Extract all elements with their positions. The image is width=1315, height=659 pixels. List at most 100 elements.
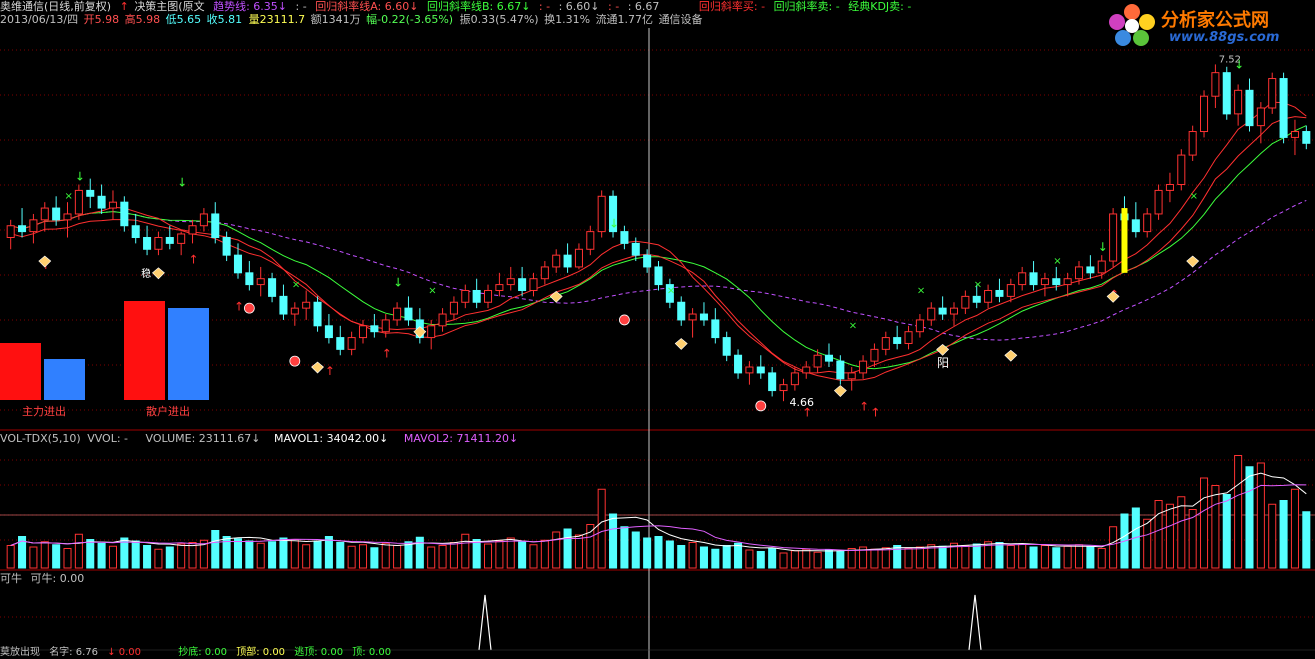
volume-bar bbox=[165, 546, 174, 569]
candle-body bbox=[631, 242, 640, 256]
volume-bar bbox=[779, 552, 788, 569]
cross-signal-icon: × bbox=[917, 285, 925, 296]
volume-bar bbox=[52, 544, 61, 569]
formula-name[interactable]: 决策主图(原文 bbox=[134, 0, 204, 13]
volume-bar bbox=[188, 542, 197, 569]
red-dot-marker-icon bbox=[619, 314, 630, 326]
volume-bar bbox=[574, 534, 583, 569]
candle-body bbox=[370, 325, 379, 333]
candle-body bbox=[768, 372, 777, 392]
candle-body bbox=[336, 337, 345, 350]
volume-bar bbox=[211, 530, 220, 569]
low-price-label: 4.66 bbox=[790, 396, 815, 409]
volume-bar bbox=[1268, 503, 1277, 569]
mavol2-value: MAVOL2: 71411.20↓ bbox=[403, 432, 519, 445]
volume-bar bbox=[1029, 546, 1038, 569]
volume-bar bbox=[86, 539, 95, 569]
regression-b-value: 回归斜率线B: 6.67↓ bbox=[426, 0, 531, 13]
main-force-label: 主力进出 bbox=[22, 404, 66, 418]
candle-body bbox=[404, 307, 413, 321]
indicator-title[interactable]: 可牛 bbox=[0, 572, 22, 585]
candle-body bbox=[552, 254, 561, 268]
candle-body bbox=[29, 219, 38, 233]
candle-body bbox=[347, 337, 356, 350]
vol-indicator-title[interactable]: VOL-TDX(5,10) bbox=[0, 432, 81, 445]
candle-body bbox=[302, 301, 311, 309]
blank-value: : - bbox=[295, 0, 307, 13]
diamond-marker-icon bbox=[1004, 349, 1018, 362]
candle-body bbox=[188, 225, 197, 235]
volume-bar bbox=[483, 543, 493, 569]
cross-signal-icon: × bbox=[974, 279, 982, 290]
candle-body bbox=[461, 289, 470, 303]
candle-body bbox=[1256, 107, 1265, 127]
volume-bar bbox=[393, 545, 402, 569]
candle-body bbox=[427, 325, 436, 339]
candle-body bbox=[574, 248, 583, 268]
candle-body bbox=[745, 366, 754, 374]
candle-body bbox=[222, 237, 231, 256]
candle-body bbox=[1177, 154, 1186, 186]
volume-bar bbox=[734, 542, 743, 569]
yang-label: 阳 bbox=[937, 356, 949, 370]
candle-body bbox=[1074, 266, 1084, 280]
volume-bar bbox=[1097, 548, 1106, 569]
candle-body bbox=[472, 289, 481, 303]
volume-bar bbox=[870, 548, 879, 569]
candle-body bbox=[824, 354, 834, 362]
candle-body bbox=[677, 301, 686, 321]
volume-bar bbox=[597, 488, 606, 569]
bottom-item-e: 顶部: 0.00 bbox=[236, 647, 286, 658]
high-price-label: 7.52 bbox=[1219, 54, 1241, 65]
cross-signal-icon: × bbox=[1053, 256, 1061, 267]
bottom-indicator-line: 莫放出现 名字: 6.76 ↓ 0.00 抄底: 0.00 顶部: 0.00 逃… bbox=[0, 647, 397, 659]
volume-bar bbox=[847, 548, 856, 569]
buy-arrow-icon: ↑ bbox=[234, 299, 244, 313]
candle-body bbox=[802, 366, 811, 374]
quote-change: 幅-0.22(-3.65%) bbox=[366, 13, 454, 26]
volume-bar bbox=[40, 541, 49, 569]
diamond-marker-icon bbox=[1186, 255, 1200, 268]
volume-bar bbox=[6, 545, 15, 569]
volume-bar bbox=[302, 544, 311, 569]
volume-bar bbox=[915, 546, 924, 569]
volume-bar bbox=[506, 537, 515, 569]
volume-bar bbox=[1177, 496, 1186, 569]
red-dot-marker-icon bbox=[755, 400, 767, 412]
candle-body bbox=[1040, 278, 1049, 286]
quote-amount: 额1341万 bbox=[310, 13, 361, 26]
candle-body bbox=[779, 384, 788, 392]
kdj-sell-value: 经典KDJ卖: - bbox=[848, 0, 912, 13]
candle-body bbox=[699, 313, 708, 321]
volume-bar bbox=[1040, 545, 1049, 569]
cross-signal-icon: × bbox=[65, 191, 73, 202]
candle-body bbox=[813, 354, 822, 368]
volume-bar bbox=[688, 542, 697, 569]
chart-canvas[interactable]: ↑↑↑↑↑↑↑↑↑↓↓↓↓↓↓×××××××××4.66阳7.52稳主力进出散户… bbox=[0, 0, 1315, 659]
volume-bar bbox=[404, 541, 413, 569]
volume-bar bbox=[495, 540, 504, 569]
sell-arrow-icon: ↓ bbox=[75, 170, 85, 184]
candle-body bbox=[847, 372, 856, 380]
up-arrow-icon: ↑ bbox=[119, 0, 129, 13]
logo-url[interactable]: www.88gs.com bbox=[1169, 30, 1279, 45]
volume-bar bbox=[472, 539, 481, 569]
candle-body bbox=[540, 266, 549, 280]
candle-body bbox=[233, 254, 243, 274]
volume-bar bbox=[745, 549, 754, 569]
volume-bar bbox=[938, 545, 947, 569]
bottom-item-d: 抄底: 0.00 bbox=[178, 647, 228, 658]
retail-label: 散户进出 bbox=[146, 404, 190, 418]
candle-body bbox=[1222, 72, 1231, 115]
volume-bar bbox=[370, 547, 379, 569]
candle-body bbox=[1052, 278, 1061, 286]
diamond-marker-icon bbox=[151, 267, 165, 280]
candle-body bbox=[1154, 189, 1163, 215]
candle-body bbox=[881, 337, 890, 350]
stock-title[interactable]: 奥维通信(日线,前复权) bbox=[0, 0, 111, 13]
candle-body bbox=[40, 207, 49, 221]
candle-body bbox=[165, 237, 174, 244]
candle-body bbox=[961, 295, 970, 309]
red-dot-marker-icon bbox=[243, 302, 255, 314]
candle-body bbox=[52, 207, 61, 221]
